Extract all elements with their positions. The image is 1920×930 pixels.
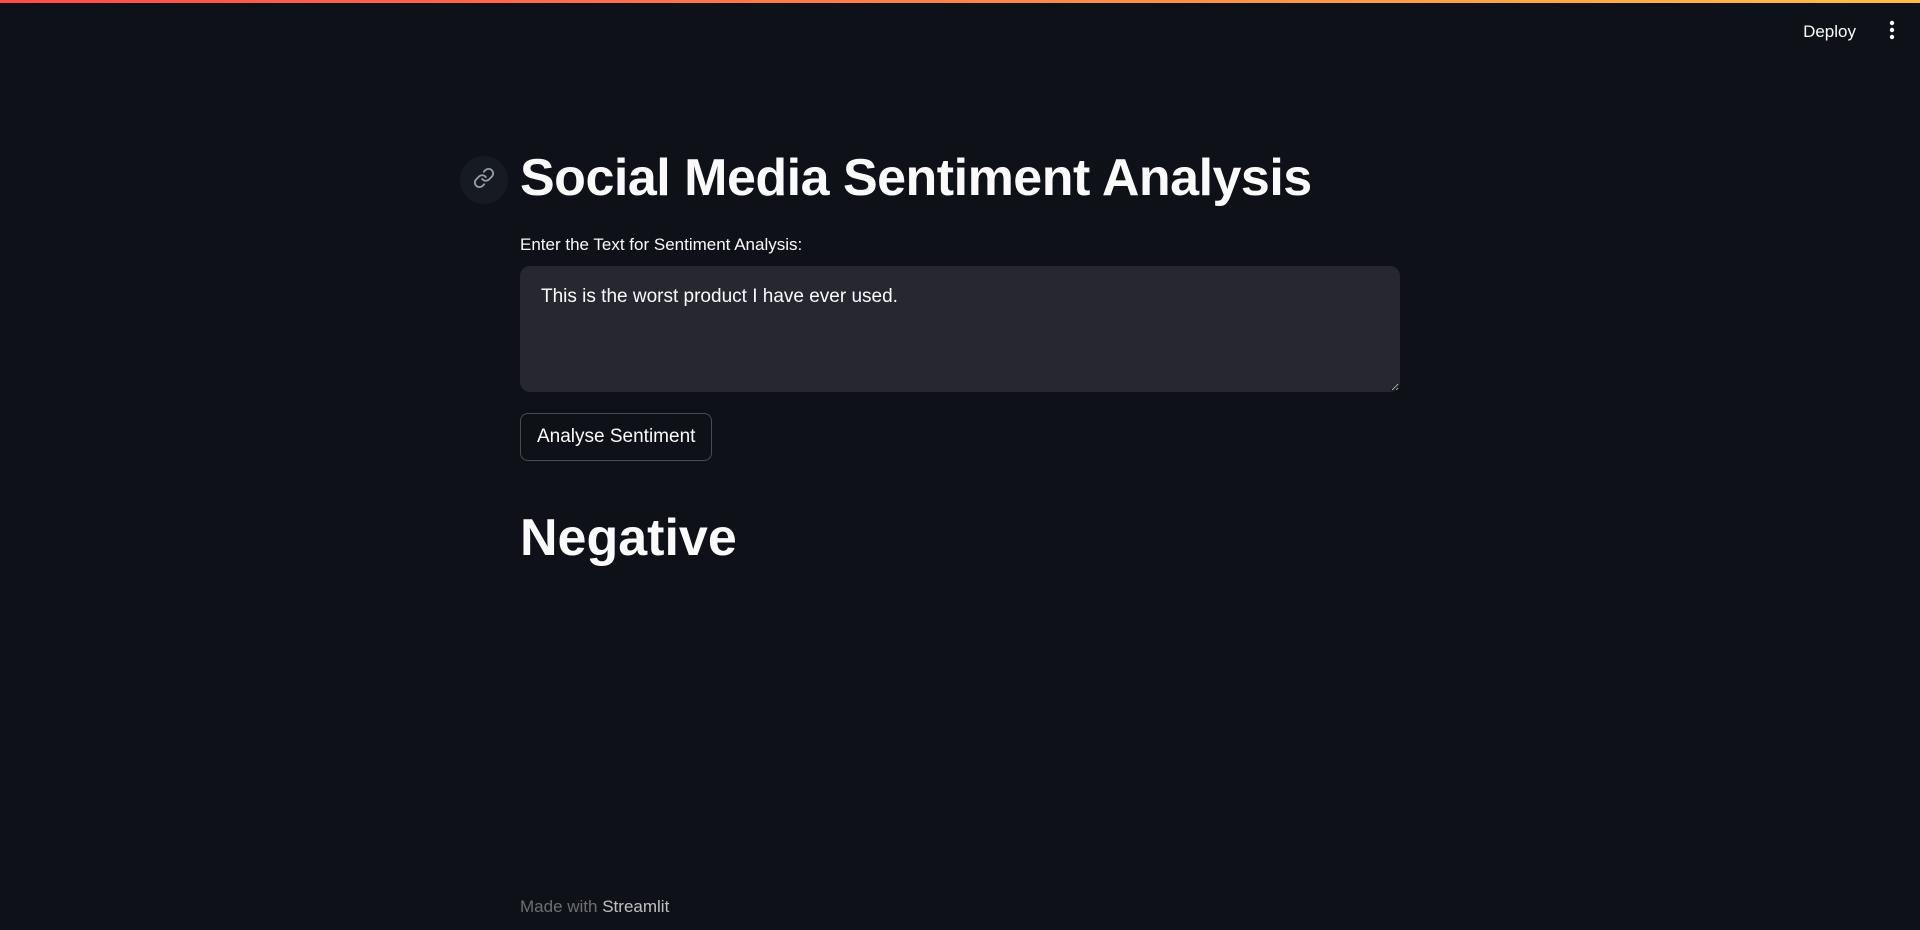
analyse-sentiment-button[interactable]: Analyse Sentiment (520, 413, 713, 461)
footer-prefix: Made with (520, 897, 598, 916)
deploy-button[interactable]: Deploy (1795, 16, 1864, 48)
kebab-menu-icon (1889, 20, 1895, 45)
page-title: Social Media Sentiment Analysis (520, 149, 1312, 207)
sentiment-text-input[interactable]: This is the worst product I have ever us… (520, 266, 1400, 392)
streamlit-link[interactable]: Streamlit (602, 897, 669, 916)
main-menu-button[interactable] (1876, 16, 1908, 48)
header-anchor-link[interactable] (460, 156, 508, 204)
app-header: Deploy (0, 3, 1920, 59)
footer: Made with Streamlit (520, 897, 669, 917)
text-input-label: Enter the Text for Sentiment Analysis: (520, 235, 803, 254)
link-icon (473, 167, 495, 194)
title-row: Social Media Sentiment Analysis (460, 146, 1400, 210)
sentiment-result: Negative (520, 509, 737, 567)
